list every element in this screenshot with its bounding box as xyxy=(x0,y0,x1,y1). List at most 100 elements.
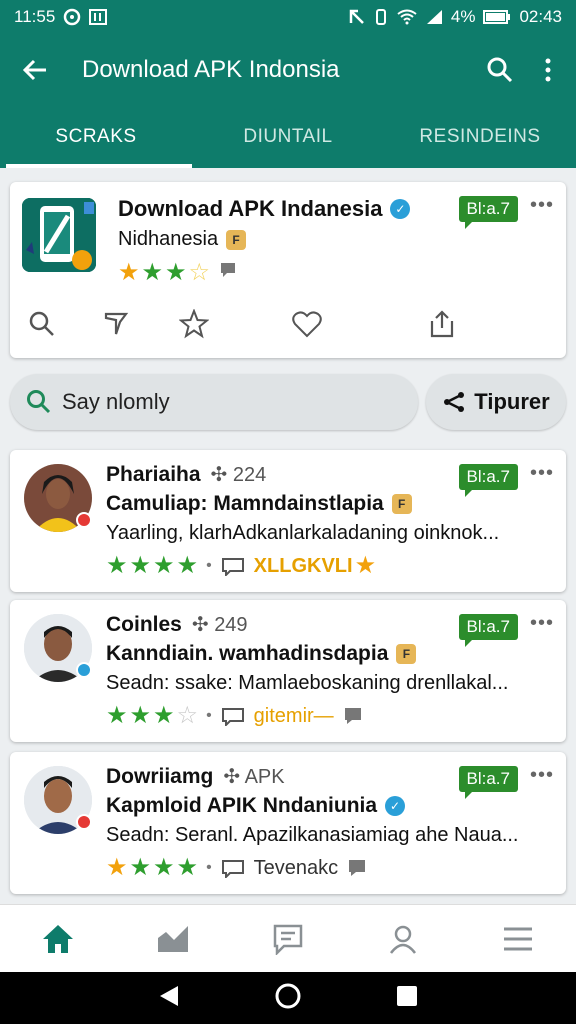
reviewer-meta: ✣ 249 xyxy=(191,614,248,636)
home-icon xyxy=(42,924,73,953)
like-button[interactable] xyxy=(289,306,325,342)
developer-badge-icon: F xyxy=(396,644,417,664)
review-title: Kanndiain. wamhadinsdapia xyxy=(106,642,389,665)
separator-dot: • xyxy=(206,707,212,724)
review-title: Camuliap: Mamndainstlapia xyxy=(106,492,384,515)
back-arrow-icon xyxy=(22,59,46,81)
recording-icon xyxy=(63,8,81,26)
reviewer-name-row: Coinles ✣ 249 xyxy=(106,612,248,637)
tab-bar: SCRAKS DIUNTAIL RESINDEINS xyxy=(0,106,576,168)
bottom-navigation xyxy=(0,904,576,972)
app-action-row xyxy=(24,306,554,342)
search-row: Say nlomly Tipurer xyxy=(10,374,566,430)
share-pill-button[interactable]: Tipurer xyxy=(426,374,566,430)
nav-messages[interactable] xyxy=(230,905,345,972)
status-clock: 02:43 xyxy=(519,7,562,26)
app-name: Download APK Indanesia xyxy=(118,196,383,221)
back-button[interactable] xyxy=(0,34,70,106)
vibrate-icon xyxy=(373,8,389,26)
battery-icon xyxy=(483,9,511,25)
system-navigation xyxy=(0,972,576,1024)
reviewer-meta: ✣ 224 xyxy=(210,464,267,486)
separator-dot: • xyxy=(206,557,212,574)
reviewer-name: Coinles xyxy=(106,612,182,636)
comment-icon xyxy=(221,860,244,878)
tab-scraks[interactable]: SCRAKS xyxy=(0,106,192,168)
star-full-icon: ★ xyxy=(141,258,164,286)
search-value: Say nlomly xyxy=(62,389,170,414)
review-rating: ★ ★ ★ ★ • Tevenakc xyxy=(106,856,368,880)
more-options-button[interactable]: ••• xyxy=(530,194,554,217)
bookmark-button[interactable] xyxy=(98,306,134,342)
more-options-button[interactable]: ••• xyxy=(530,612,554,635)
app-card[interactable]: Download APK Indanesia ✓ Nidhanesia F ★ … xyxy=(10,182,566,358)
star-full-icon: ★ xyxy=(118,258,140,286)
review-card[interactable]: Dowriiamg ✣ APK Kapmloid APIK Nndaniunia… xyxy=(10,752,566,894)
review-text: Yaarling, klarhAdkanlarkaladaning oinkno… xyxy=(106,522,500,544)
review-text: Seadn: Seranl. Apazilkanasiamiag ahe Nau… xyxy=(106,824,519,846)
app-rating: ★ ★ ★ ☆ xyxy=(118,260,238,285)
tab-resindeins[interactable]: RESINDEINS xyxy=(384,106,576,168)
wifi-icon xyxy=(397,9,417,25)
price-tag: Bl:a.7 xyxy=(458,464,518,497)
price-tag: Bl:a.7 xyxy=(458,766,518,799)
system-home-button[interactable] xyxy=(275,983,301,1014)
review-tag: XLLGKVLI xyxy=(253,554,353,577)
tab-label: RESINDEINS xyxy=(419,126,541,147)
tab-label: DIUNTAIL xyxy=(243,126,333,147)
reviewer-count: 249 xyxy=(214,614,248,636)
star-full-icon: ★ xyxy=(354,552,377,579)
review-card[interactable]: Phariaiha ✣ 224 Camuliap: Mamndainstlapi… xyxy=(10,450,566,592)
reviewer-meta: ✣ APK xyxy=(223,766,285,788)
reviewer-count: APK xyxy=(244,766,285,788)
star-full-icon: ★ xyxy=(129,854,152,881)
review-text: Seadn: ssake: Mamlaeboskaning drenllakal… xyxy=(106,672,509,694)
nav-home[interactable] xyxy=(0,905,115,972)
reviewer-name: Dowriiamg xyxy=(106,764,214,788)
tab-diuntail[interactable]: DIUNTAIL xyxy=(192,106,384,168)
nav-trending[interactable] xyxy=(115,905,230,972)
developer-badge-icon: F xyxy=(391,494,412,514)
status-time: 11:55 xyxy=(14,7,56,26)
overflow-menu-button[interactable] xyxy=(524,34,572,106)
nav-menu[interactable] xyxy=(461,905,576,972)
message-icon xyxy=(273,924,303,955)
square-recents-icon xyxy=(397,985,418,1006)
app-card-subtitle: Nidhanesia F xyxy=(118,228,247,251)
reviewer-count: 224 xyxy=(232,464,267,486)
review-card[interactable]: Coinles ✣ 249 Kanndiain. wamhadinsdapia … xyxy=(10,600,566,742)
share-nodes-icon xyxy=(444,392,465,412)
page-title: Download APK Indonsia xyxy=(82,56,340,83)
profile-icon xyxy=(390,925,417,954)
star-empty-icon: ☆ xyxy=(176,702,199,729)
circle-home-icon xyxy=(275,983,301,1008)
more-options-button[interactable]: ••• xyxy=(530,764,554,787)
chat-icon xyxy=(344,708,361,724)
avatar-status-badge xyxy=(76,512,92,528)
reviewer-name-row: Phariaiha ✣ 224 xyxy=(106,462,266,487)
star-full-icon: ★ xyxy=(106,702,128,729)
nav-profile[interactable] xyxy=(346,905,461,972)
star-full-icon: ★ xyxy=(106,854,128,881)
star-full-icon: ★ xyxy=(153,552,175,579)
favorite-star-button[interactable] xyxy=(176,306,212,342)
notification-icon xyxy=(89,9,108,25)
system-recents-button[interactable] xyxy=(396,985,418,1012)
app-developer: Nidhanesia xyxy=(118,228,219,250)
nfc-icon xyxy=(349,9,365,25)
search-input[interactable]: Say nlomly xyxy=(10,374,418,430)
review-title-row: Kapmloid APIK Nndaniunia ✓ xyxy=(106,794,406,818)
share-icon xyxy=(430,310,454,338)
search-button[interactable] xyxy=(476,34,524,106)
comment-icon xyxy=(221,558,244,576)
star-full-icon: ★ xyxy=(129,702,152,729)
more-options-button[interactable]: ••• xyxy=(530,462,554,485)
menu-icon xyxy=(504,927,533,950)
app-bar: Download APK Indonsia xyxy=(0,34,576,106)
share-button[interactable] xyxy=(424,306,460,342)
star-outline-icon xyxy=(179,309,209,339)
heart-icon xyxy=(292,311,322,338)
star-full-icon: ★ xyxy=(176,552,199,579)
system-back-button[interactable] xyxy=(158,984,180,1013)
search-app-button[interactable] xyxy=(24,306,60,342)
